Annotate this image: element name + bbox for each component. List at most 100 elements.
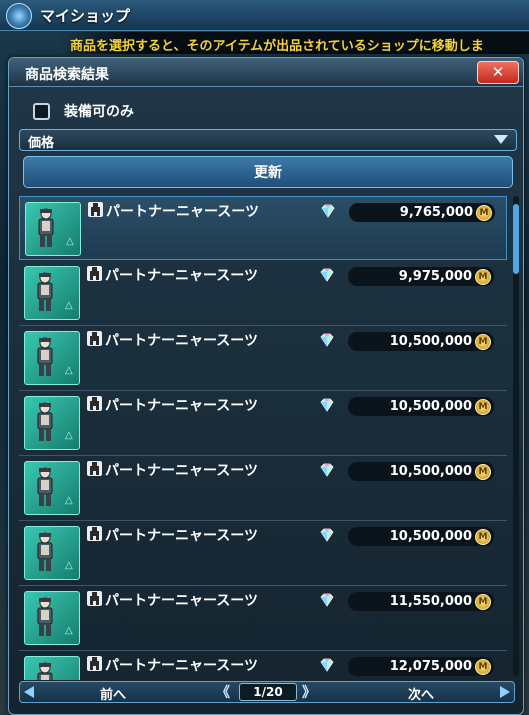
- warning-triangle-icon: △: [65, 430, 73, 441]
- costume-figure-icon: [33, 597, 57, 637]
- meseta-icon: M: [476, 205, 492, 221]
- close-button[interactable]: ✕: [477, 61, 519, 84]
- item-name: パートナーニャースーツ: [105, 528, 259, 544]
- result-row[interactable]: △ パートナーニャースーツ 10,500,000 M: [19, 456, 507, 521]
- gem-icon: [319, 657, 335, 672]
- item-name: パートナーニャースーツ: [105, 268, 259, 284]
- gem-icon: [320, 203, 336, 218]
- item-thumbnail: △: [24, 656, 80, 680]
- costume-category-icon: [87, 656, 102, 671]
- scrollbar[interactable]: [513, 196, 519, 676]
- item-name: パートナーニャースーツ: [105, 593, 259, 609]
- result-row[interactable]: △ パートナーニャースーツ 10,500,000 M: [19, 326, 507, 391]
- gem-icon: [319, 397, 335, 412]
- warning-triangle-icon: △: [66, 236, 74, 247]
- costume-category-icon: [87, 591, 102, 606]
- item-thumbnail: △: [24, 461, 80, 515]
- right-arrow-icon: [500, 686, 510, 698]
- item-name: パートナーニャースーツ: [106, 204, 260, 220]
- costume-figure-icon: [33, 272, 57, 312]
- result-row[interactable]: △ パートナーニャースーツ 9,975,000 M: [19, 261, 507, 326]
- meseta-icon: M: [475, 659, 491, 675]
- result-row[interactable]: △ パートナーニャースーツ 9,765,000 M: [19, 196, 507, 260]
- costume-category-icon: [87, 266, 102, 281]
- item-price: 10,500,000: [389, 529, 472, 544]
- price-box: 10,500,000 M: [348, 397, 494, 416]
- result-list: △ パートナーニャースーツ 9,765,000 M △ パートナーニャースーツ 9,975,…: [19, 196, 507, 680]
- equippable-only-checkbox[interactable]: [33, 102, 50, 120]
- warning-triangle-icon: △: [65, 365, 73, 376]
- scrollbar-thumb[interactable]: [513, 204, 519, 274]
- sort-select[interactable]: 価格: [19, 129, 517, 151]
- item-thumbnail: △: [24, 591, 80, 645]
- warning-triangle-icon: △: [65, 560, 73, 571]
- prev-page-button[interactable]: 前へ: [20, 682, 200, 703]
- costume-figure-icon: [33, 662, 57, 680]
- meseta-icon: M: [475, 594, 491, 610]
- equippable-only-toggle[interactable]: 装備可のみ: [33, 101, 134, 121]
- gem-icon: [319, 332, 335, 347]
- dialog-header: 商品検索結果 ✕: [9, 58, 523, 87]
- warning-triangle-icon: △: [65, 625, 73, 636]
- costume-category-icon: [87, 461, 102, 476]
- shop-title: マイショップ: [40, 7, 131, 25]
- costume-figure-icon: [34, 208, 58, 248]
- costume-figure-icon: [33, 337, 57, 377]
- result-row[interactable]: △ パートナーニャースーツ 12,075,000M: [19, 651, 507, 680]
- price-box: 9,975,000 M: [348, 267, 494, 286]
- next-page-label: 次へ: [408, 688, 435, 703]
- gem-icon: [319, 267, 335, 282]
- costume-category-icon: [87, 396, 102, 411]
- costume-category-icon: [87, 331, 102, 346]
- price-box: 11,550,000 M: [348, 592, 494, 611]
- item-name: パートナーニャースーツ: [105, 463, 259, 479]
- refresh-label: 更新: [254, 165, 282, 181]
- close-icon: ✕: [491, 63, 505, 81]
- last-page-icon[interactable]: 》: [302, 682, 316, 702]
- result-row[interactable]: △ パートナーニャースーツ 10,500,000 M: [19, 521, 507, 586]
- gem-icon: [319, 462, 335, 477]
- next-page-button[interactable]: 次へ: [334, 682, 514, 703]
- price-box: 10,500,000 M: [348, 527, 494, 546]
- gem-icon: [319, 592, 335, 607]
- sort-selected-value: 価格: [28, 136, 55, 151]
- costume-category-icon: [87, 526, 102, 541]
- shop-emblem-icon: [6, 3, 32, 29]
- pager: 前へ 《 1/20 》 次へ: [19, 681, 515, 703]
- item-thumbnail: △: [24, 396, 80, 450]
- meseta-icon: M: [475, 529, 491, 545]
- item-price: 11,550,000: [389, 594, 472, 609]
- meseta-icon: M: [475, 399, 491, 415]
- item-price: 10,500,000: [389, 399, 472, 414]
- result-row[interactable]: △ パートナーニャースーツ 11,550,000 M: [19, 586, 507, 651]
- price-box: 12,075,000 M: [348, 657, 494, 676]
- page-indicator: 1/20: [239, 683, 297, 701]
- item-thumbnail: △: [24, 331, 80, 385]
- hint-text: 商品を選択すると、そのアイテムが出品されているショップに移動しま: [70, 39, 484, 54]
- first-page-icon[interactable]: 《: [216, 682, 230, 702]
- costume-category-icon: [88, 202, 103, 217]
- item-name: パートナーニャースーツ: [105, 333, 259, 349]
- price-box: 10,500,000 M: [348, 462, 494, 481]
- gem-icon: [319, 527, 335, 542]
- item-price: 9,975,000: [398, 269, 472, 284]
- search-results-dialog: 商品検索結果 ✕ 装備可のみ 価格 更新 △ パートナーニャースーツ 9,765,0…: [8, 57, 524, 715]
- item-thumbnail: △: [24, 526, 80, 580]
- dialog-title: 商品検索結果: [25, 67, 109, 83]
- refresh-button[interactable]: 更新: [23, 156, 513, 188]
- item-price: 9,765,000: [399, 205, 473, 220]
- shop-title-bar: マイショップ: [0, 0, 529, 31]
- item-price: 10,500,000: [389, 334, 472, 349]
- costume-figure-icon: [33, 532, 57, 572]
- warning-triangle-icon: △: [65, 300, 73, 311]
- left-arrow-icon: [24, 686, 34, 698]
- result-row[interactable]: △ パートナーニャースーツ 10,500,000 M: [19, 391, 507, 456]
- price-box: 10,500,000 M: [348, 332, 494, 351]
- costume-figure-icon: [33, 467, 57, 507]
- item-thumbnail: △: [24, 266, 80, 320]
- item-name: パートナーニャースーツ: [105, 398, 259, 414]
- hint-bar: 商品を選択すると、そのアイテムが出品されているショップに移動しま: [60, 32, 529, 54]
- meseta-icon: M: [475, 464, 491, 480]
- meseta-icon: M: [475, 269, 491, 285]
- equippable-only-label: 装備可のみ: [64, 104, 134, 120]
